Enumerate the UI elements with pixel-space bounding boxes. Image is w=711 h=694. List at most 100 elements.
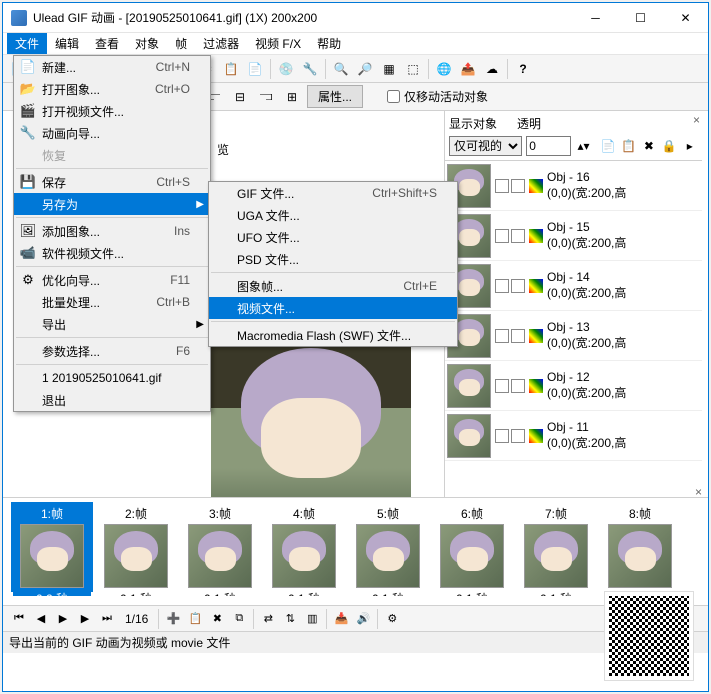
- align-center-icon[interactable]: ⊟: [229, 86, 251, 108]
- menu-file[interactable]: 文件: [7, 33, 47, 54]
- submenu-item[interactable]: UGA 文件...: [209, 204, 457, 226]
- color-swatch-icon[interactable]: [529, 179, 543, 193]
- submenu-item[interactable]: Macromedia Flash (SWF) 文件...: [209, 324, 457, 346]
- menu-item[interactable]: 🔧 动画向导...: [14, 122, 210, 144]
- maximize-button[interactable]: ☐: [618, 3, 663, 33]
- visibility-check-icon[interactable]: [495, 429, 509, 443]
- paste-icon[interactable]: 📄: [244, 58, 266, 80]
- object-list-item[interactable]: Obj - 12(0,0)(宽:200,高: [445, 361, 702, 411]
- color-swatch-icon[interactable]: [529, 279, 543, 293]
- menu-item[interactable]: 批量处理... Ctrl+B: [14, 291, 210, 313]
- object-list-item[interactable]: Obj - 16(0,0)(宽:200,高: [445, 161, 702, 211]
- frames-strip[interactable]: 1:帧 0.2 秒2:帧 0.1 秒3:帧 0.1 秒4:帧 0.1 秒5:帧 …: [3, 498, 708, 596]
- visibility-check-icon[interactable]: [495, 329, 509, 343]
- add-frame-icon[interactable]: ➕: [163, 609, 183, 629]
- lock-check-icon[interactable]: [511, 329, 525, 343]
- timeline-frame[interactable]: 2:帧 0.1 秒: [95, 502, 177, 592]
- crop-icon[interactable]: ⬚: [402, 58, 424, 80]
- del-frame-icon[interactable]: ✖: [207, 609, 227, 629]
- flip-h-icon[interactable]: ⇄: [258, 609, 278, 629]
- menu-item[interactable]: 导出 ▶: [14, 313, 210, 335]
- menu-item[interactable]: ⚙ 优化向导... F11: [14, 269, 210, 291]
- grid-icon[interactable]: ▦: [378, 58, 400, 80]
- menu-item[interactable]: 📂 打开图象... Ctrl+O: [14, 78, 210, 100]
- submenu-item[interactable]: 视频文件...: [209, 297, 457, 319]
- object-list-item[interactable]: Obj - 13(0,0)(宽:200,高: [445, 311, 702, 361]
- export-icon[interactable]: 📤: [457, 58, 479, 80]
- spinner-icon[interactable]: ▴▾: [575, 137, 591, 155]
- menu-item[interactable]: 🖼 添加图象... Ins: [14, 220, 210, 242]
- menu-item[interactable]: 📹 软件视频文件...: [14, 242, 210, 264]
- prev-frame-icon[interactable]: ◀: [31, 609, 51, 629]
- properties-button[interactable]: 属性...: [307, 85, 363, 108]
- menu-item[interactable]: 参数选择... F6: [14, 340, 210, 362]
- menu-help[interactable]: 帮助: [309, 33, 349, 54]
- lock-check-icon[interactable]: [511, 379, 525, 393]
- object-list-item[interactable]: Obj - 15(0,0)(宽:200,高: [445, 211, 702, 261]
- menu-item[interactable]: 🎬 打开视频文件...: [14, 100, 210, 122]
- menu-videofx[interactable]: 视频 F/X: [247, 33, 309, 54]
- submenu-item[interactable]: UFO 文件...: [209, 226, 457, 248]
- copy-icon[interactable]: 📋: [220, 58, 242, 80]
- menu-item[interactable]: 恢复: [14, 144, 210, 166]
- color-swatch-icon[interactable]: [529, 379, 543, 393]
- lock-check-icon[interactable]: [511, 429, 525, 443]
- next-frame-icon[interactable]: ▶: [75, 609, 95, 629]
- minimize-button[interactable]: ─: [573, 3, 618, 33]
- timeline-frame[interactable]: 7:帧 0.1 秒: [515, 502, 597, 592]
- menu-item[interactable]: 📄 新建... Ctrl+N: [14, 56, 210, 78]
- timeline-frame[interactable]: 1:帧 0.2 秒: [11, 502, 93, 592]
- visibility-check-icon[interactable]: [495, 379, 509, 393]
- menu-item[interactable]: 💾 保存 Ctrl+S: [14, 171, 210, 193]
- last-frame-icon[interactable]: ⏭: [97, 609, 117, 629]
- flip-v-icon[interactable]: ⇅: [280, 609, 300, 629]
- timeline-frame[interactable]: 8:帧: [599, 502, 681, 592]
- submenu-item[interactable]: PSD 文件...: [209, 248, 457, 270]
- object-list-item[interactable]: Obj - 14(0,0)(宽:200,高: [445, 261, 702, 311]
- move-active-only-checkbox[interactable]: 仅移动活动对象: [387, 88, 488, 105]
- dup-obj-icon[interactable]: 📋: [620, 137, 636, 155]
- checkbox-input[interactable]: [387, 90, 400, 103]
- timeline-frame[interactable]: 3:帧 0.1 秒: [179, 502, 261, 592]
- new-obj-icon[interactable]: 📄: [600, 137, 616, 155]
- menu-item[interactable]: 另存为 ▶: [14, 193, 210, 215]
- menu-view[interactable]: 查看: [87, 33, 127, 54]
- timeline-frame[interactable]: 6:帧 0.1 秒: [431, 502, 513, 592]
- timeline-close-icon[interactable]: ×: [695, 485, 702, 499]
- menu-item[interactable]: 1 20190525010641.gif: [14, 367, 210, 389]
- layer-icon[interactable]: ▥: [302, 609, 322, 629]
- submenu-item[interactable]: 图象帧... Ctrl+E: [209, 275, 457, 297]
- lock-check-icon[interactable]: [511, 229, 525, 243]
- more-icon[interactable]: ▸: [682, 137, 698, 155]
- del-obj-icon[interactable]: ✖: [641, 137, 657, 155]
- object-list[interactable]: Obj - 16(0,0)(宽:200,高 Obj - 15(0,0)(宽:20…: [445, 161, 702, 471]
- visibility-check-icon[interactable]: [495, 229, 509, 243]
- first-frame-icon[interactable]: ⏮: [9, 609, 29, 629]
- net-icon[interactable]: ☁: [481, 58, 503, 80]
- transparency-input[interactable]: [526, 136, 571, 156]
- zoom-out-icon[interactable]: 🔎: [354, 58, 376, 80]
- panel-close-icon[interactable]: ×: [693, 113, 700, 127]
- disk-icon[interactable]: 💿: [275, 58, 297, 80]
- menu-item[interactable]: 退出: [14, 389, 210, 411]
- timeline-frame[interactable]: 4:帧 0.1 秒: [263, 502, 345, 592]
- color-swatch-icon[interactable]: [529, 429, 543, 443]
- tool-icon[interactable]: 🔧: [299, 58, 321, 80]
- web-icon[interactable]: 🌐: [433, 58, 455, 80]
- menu-edit[interactable]: 编辑: [47, 33, 87, 54]
- dup-frame-icon[interactable]: 📋: [185, 609, 205, 629]
- import-icon[interactable]: 📥: [331, 609, 351, 629]
- color-swatch-icon[interactable]: [529, 329, 543, 343]
- merge-icon[interactable]: ⧉: [229, 609, 249, 629]
- align-right-icon[interactable]: ⫎: [255, 86, 277, 108]
- align-v-icon[interactable]: ⊞: [281, 86, 303, 108]
- submenu-item[interactable]: GIF 文件... Ctrl+Shift+S: [209, 182, 457, 204]
- close-button[interactable]: ✕: [663, 3, 708, 33]
- lock-check-icon[interactable]: [511, 279, 525, 293]
- visibility-select[interactable]: 仅可视的: [449, 136, 522, 156]
- object-list-item[interactable]: Obj - 11(0,0)(宽:200,高: [445, 411, 702, 461]
- menu-frame[interactable]: 帧: [167, 33, 195, 54]
- menu-object[interactable]: 对象: [127, 33, 167, 54]
- sound-icon[interactable]: 🔊: [353, 609, 373, 629]
- play-icon[interactable]: ▶: [53, 609, 73, 629]
